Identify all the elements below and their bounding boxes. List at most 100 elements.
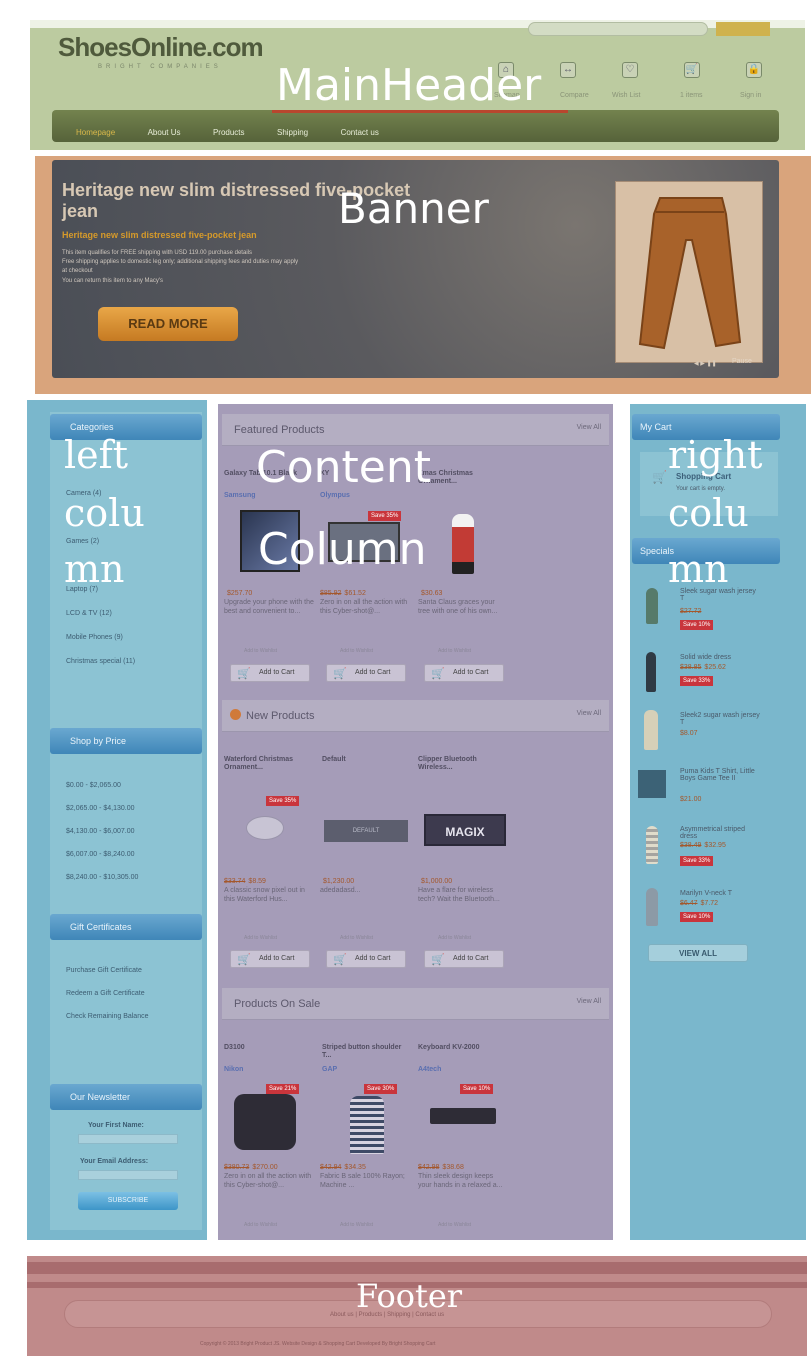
price-range-item[interactable]: $4,130.00 - $6,007.00 <box>66 828 135 835</box>
dslr-camera-image <box>234 1094 296 1150</box>
category-item[interactable]: Games (2) <box>66 538 99 545</box>
add-to-cart-label: Add to Cart <box>453 955 489 962</box>
product-brand[interactable]: GAP <box>322 1066 337 1073</box>
new-star-icon <box>230 709 241 720</box>
category-item[interactable]: Christmas special (11) <box>66 658 135 665</box>
save-badge: Save 30% <box>364 1084 398 1094</box>
product-name[interactable]: Galaxy Tab 10.1 Black <box>224 470 310 478</box>
special-name[interactable]: Asymmetrical striped dress <box>680 826 760 840</box>
special-old-price: $38.49 <box>680 842 702 849</box>
wishlist-link[interactable]: Add to Wishlist <box>340 648 373 654</box>
special-thumb <box>644 710 658 750</box>
product-name[interactable]: Waterford Christmas Ornament... <box>224 756 310 773</box>
add-to-cart-label: Add to Cart <box>259 669 295 676</box>
price-range-item[interactable]: $0.00 - $2,065.00 <box>66 782 121 789</box>
footer-links[interactable]: About us | Products | Shipping | Contact… <box>330 1312 444 1318</box>
save-badge: Save 35% <box>266 796 300 806</box>
wish-list-icon[interactable]: ♡ <box>622 62 638 78</box>
cart-icon: 🛒 <box>333 954 347 966</box>
wishlist-link[interactable]: Add to Wishlist <box>438 1222 471 1228</box>
special-name[interactable]: Solid wide dress <box>680 654 760 661</box>
add-to-cart-button[interactable]: 🛒 Add to Cart <box>424 664 504 682</box>
gift-link[interactable]: Redeem a Gift Certificate <box>66 990 145 997</box>
read-more-button[interactable]: READ MORE <box>98 307 238 341</box>
sale-price: $8.59 <box>248 878 266 885</box>
product-name[interactable]: XY <box>320 470 406 478</box>
category-item[interactable]: LCD & TV (12) <box>66 610 112 617</box>
special-name[interactable]: Sleek2 sugar wash jersey T <box>680 712 760 726</box>
banner-subtitle: Heritage new slim distressed five-pocket… <box>62 230 257 240</box>
wishlist-link[interactable]: Add to Wishlist <box>438 648 471 654</box>
wishlist-link[interactable]: Add to Wishlist <box>244 648 277 654</box>
nav-products[interactable]: Products <box>213 128 245 137</box>
wishlist-link[interactable]: Add to Wishlist <box>340 935 373 941</box>
product-price: $42.94 $34.35 Fabric B sale 100% Rayon; Ma… <box>320 1164 410 1190</box>
wishlist-link[interactable]: Add to Wishlist <box>244 1222 277 1228</box>
footer-stripe-2 <box>27 1282 807 1288</box>
product-name[interactable]: Keyboard KV-2000 <box>418 1044 504 1052</box>
compare-icon[interactable]: ↔ <box>560 62 576 78</box>
add-to-cart-button[interactable]: 🛒 Add to Cart <box>230 664 310 682</box>
banner-pager-dots[interactable]: ◀ ▶ ❚❚ <box>694 360 728 368</box>
product-brand[interactable]: A4tech <box>418 1066 441 1073</box>
shopping-cart-link[interactable]: Shopping Cart <box>676 472 731 481</box>
add-to-cart-button[interactable]: 🛒 Add to Cart <box>424 950 504 968</box>
sale-view-all[interactable]: View All <box>577 998 601 1005</box>
product-name[interactable]: Clipper Bluetooth Wireless... <box>418 756 504 773</box>
product-name[interactable]: Default <box>322 756 408 764</box>
special-name[interactable]: Marilyn V-neck T <box>680 890 760 897</box>
sitemap-label: Sitemap <box>494 92 520 99</box>
special-price: $21.00 <box>680 796 702 803</box>
product-desc: Have a flare for wireless tech? Wait the… <box>418 886 500 903</box>
price-range-item[interactable]: $2,065.00 - $4,130.00 <box>66 805 135 812</box>
product-name[interactable]: Striped button shoulder T... <box>322 1044 408 1061</box>
special-name[interactable]: Sleek sugar wash jersey T <box>680 588 760 602</box>
first-name-input[interactable] <box>78 1134 178 1144</box>
email-input[interactable] <box>78 1170 178 1180</box>
search-button[interactable] <box>716 22 770 36</box>
product-brand[interactable]: Nikon <box>224 1066 243 1073</box>
product-name[interactable]: Xmas Christmas Ornament... <box>418 470 504 487</box>
wishlist-link[interactable]: Add to Wishlist <box>438 935 471 941</box>
nav-contact-us[interactable]: Contact us <box>341 128 379 137</box>
special-price: $38.49 $32.95 <box>680 842 726 849</box>
price-range-item[interactable]: $8,240.00 - $10,305.00 <box>66 874 138 881</box>
default-product-image: DEFAULT <box>324 820 408 842</box>
nav-homepage[interactable]: Homepage <box>76 128 115 137</box>
category-item[interactable]: Mobile Phones (9) <box>66 634 123 641</box>
gift-link[interactable]: Purchase Gift Certificate <box>66 967 142 974</box>
add-to-cart-button[interactable]: 🛒 Add to Cart <box>230 950 310 968</box>
banner-pager[interactable]: Pause <box>732 358 752 365</box>
save-badge: Save 21% <box>266 1084 300 1094</box>
logo[interactable]: ShoesOnline.com <box>58 32 264 63</box>
product-brand[interactable]: Samsung <box>224 492 256 499</box>
newsletter-header: Our Newsletter <box>50 1084 202 1110</box>
gift-link[interactable]: Check Remaining Balance <box>66 1013 149 1020</box>
special-name[interactable]: Puma Kids T Shirt, Little Boys Game Tee … <box>680 768 768 782</box>
nav-shipping[interactable]: Shipping <box>277 128 308 137</box>
add-to-cart-button[interactable]: 🛒 Add to Cart <box>326 664 406 682</box>
product-brand[interactable]: Olympus <box>320 492 350 499</box>
product-desc: Thin sleek design keeps your hands in a … <box>418 1172 503 1189</box>
price-range-item[interactable]: $6,007.00 - $8,240.00 <box>66 851 135 858</box>
special-thumb <box>646 826 658 864</box>
product-price: $85.92 $61.52 Zero in on all the action wi… <box>320 590 410 616</box>
new-view-all[interactable]: View All <box>577 710 601 717</box>
search-bar[interactable] <box>528 22 708 36</box>
featured-view-all[interactable]: View All <box>577 424 601 431</box>
cart-icon: 🛒 <box>237 668 251 680</box>
product-desc: Fabric B sale 100% Rayon; Machine ... <box>320 1172 405 1189</box>
sitemap-icon[interactable]: ⌂ <box>498 62 514 78</box>
wishlist-link[interactable]: Add to Wishlist <box>244 935 277 941</box>
category-item[interactable]: Camera (4) <box>66 490 101 497</box>
add-to-cart-button[interactable]: 🛒 Add to Cart <box>326 950 406 968</box>
wishlist-link[interactable]: Add to Wishlist <box>340 1222 373 1228</box>
camera-image <box>328 522 400 562</box>
cart-icon[interactable]: 🛒 <box>684 62 700 78</box>
subscribe-button[interactable]: SUBSCRIBE <box>78 1192 178 1210</box>
lock-icon[interactable]: 🔒 <box>746 62 762 78</box>
nav-about-us[interactable]: About Us <box>148 128 181 137</box>
category-item[interactable]: Laptop (7) <box>66 586 98 593</box>
specials-view-all-button[interactable]: VIEW ALL <box>648 944 748 962</box>
product-name[interactable]: D3100 <box>224 1044 310 1052</box>
